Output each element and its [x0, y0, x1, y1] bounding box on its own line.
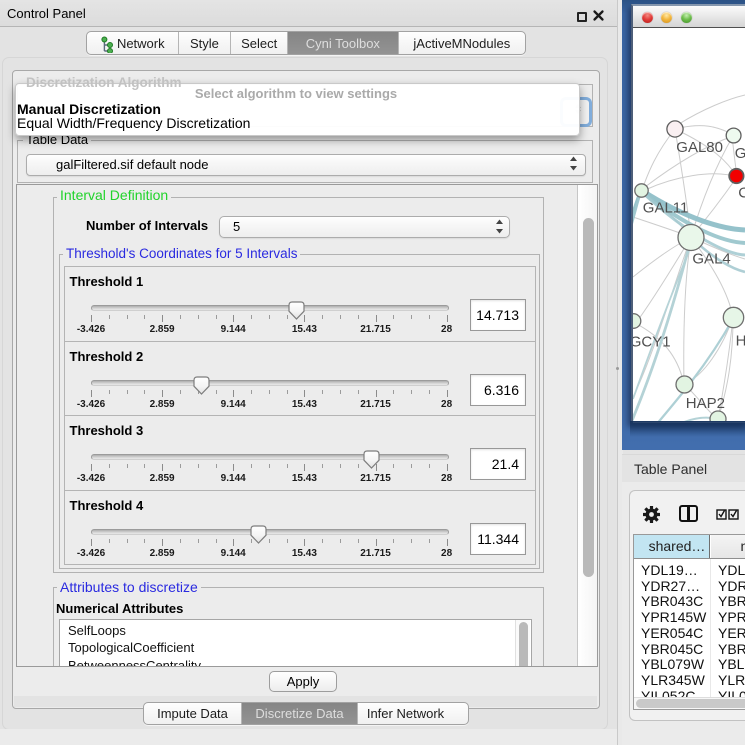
- svg-text:C: C: [738, 185, 745, 202]
- svg-text:H: H: [736, 332, 745, 349]
- svg-text:GCY1: GCY1: [633, 334, 671, 351]
- svg-text:GAL4: GAL4: [692, 251, 730, 268]
- svg-text:GAL11: GAL11: [643, 200, 689, 217]
- svg-text:G.: G.: [735, 145, 745, 162]
- svg-text:GAL80: GAL80: [676, 139, 723, 156]
- svg-text:HAP2: HAP2: [686, 395, 725, 412]
